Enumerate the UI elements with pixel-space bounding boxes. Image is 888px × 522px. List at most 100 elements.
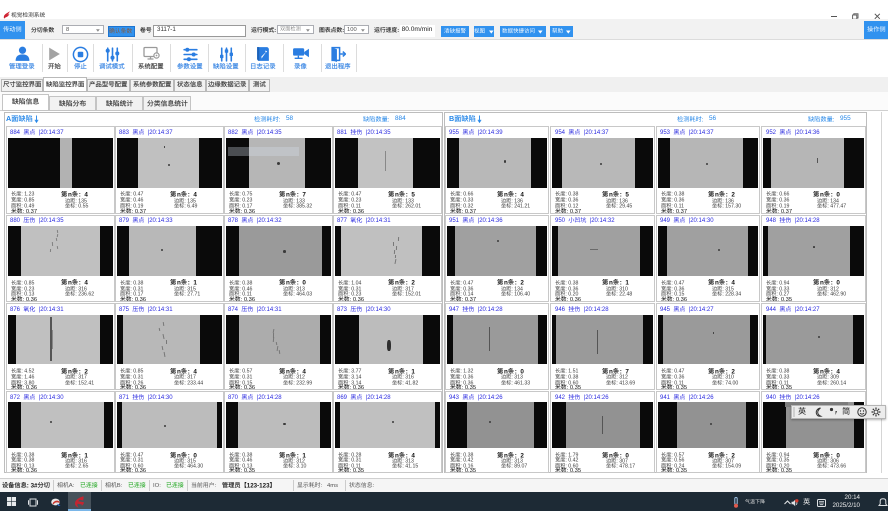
svg-text::: : (388, 116, 390, 123)
svg-text:100: 100 (347, 27, 357, 33)
svg-text:953: 953 (660, 130, 673, 136)
svg-text::: : (702, 116, 704, 123)
svg-text:|20:14:31: |20:14:31 (362, 219, 391, 225)
svg-text:: 157.30: : 157.30 (722, 204, 741, 210)
svg-text:941: 941 (660, 395, 673, 401)
svg-text::: : (215, 483, 217, 489)
svg-text:: 233.44: : 233.44 (184, 380, 203, 386)
svg-text:875: 875 (119, 307, 132, 313)
svg-text:: 0.35: : 0.35 (567, 385, 582, 390)
svg-text:: 29.45: : 29.45 (616, 204, 632, 210)
svg-text:|20:14:37: |20:14:37 (144, 130, 173, 136)
svg-text:A: A (6, 115, 11, 123)
svg-text:: 0.37: : 0.37 (22, 209, 37, 214)
svg-text:: 0.37: : 0.37 (567, 209, 582, 214)
svg-text:A:: A: (69, 483, 75, 489)
svg-text:883: 883 (119, 130, 132, 136)
svg-text:|20:14:30: |20:14:30 (144, 395, 173, 401)
svg-text:|20:14:30: |20:14:30 (685, 219, 714, 225)
svg-text:|20:14:28: |20:14:28 (253, 395, 282, 401)
svg-text:881: 881 (337, 130, 350, 136)
svg-text:: 464.03: : 464.03 (293, 292, 312, 298)
svg-text:|20:14:27: |20:14:27 (685, 307, 714, 313)
svg-text:872: 872 (10, 395, 23, 401)
svg-text:|20:14:37: |20:14:37 (35, 130, 64, 136)
svg-text:: 0.36: : 0.36 (22, 385, 37, 390)
svg-text:|20:14:30: |20:14:30 (362, 307, 391, 313)
svg-text:|20:14:31: |20:14:31 (144, 307, 173, 313)
svg-text:: 0.36: : 0.36 (240, 385, 255, 390)
svg-text:947: 947 (449, 307, 462, 313)
svg-text:|20:14:28: |20:14:28 (791, 219, 820, 225)
svg-text:|20:14:27: |20:14:27 (791, 307, 820, 313)
svg-text:948: 948 (766, 219, 779, 225)
svg-text:|20:14:36: |20:14:36 (791, 130, 820, 136)
svg-text:B: B (449, 115, 454, 123)
svg-text:: 41.82: : 41.82 (402, 380, 418, 386)
svg-text:: 0.36: : 0.36 (131, 468, 146, 473)
svg-text:|20:14:28: |20:14:28 (580, 307, 609, 313)
svg-text:: 477.47: : 477.47 (827, 204, 846, 210)
svg-text::: : (833, 116, 835, 123)
svg-text:879: 879 (119, 219, 132, 225)
svg-text:: 0.37: : 0.37 (778, 209, 793, 214)
svg-text:: 41.15: : 41.15 (402, 464, 418, 470)
svg-text:|20:14:32: |20:14:32 (586, 219, 615, 225)
svg-text:955: 955 (449, 130, 462, 136)
svg-text:: 0.35: : 0.35 (349, 468, 364, 473)
svg-text:943: 943 (449, 395, 462, 401)
svg-text:: 0.35: : 0.35 (778, 468, 793, 473)
svg-text:|20:14:35: |20:14:35 (35, 219, 64, 225)
svg-text:: 0.35: : 0.35 (672, 385, 687, 390)
svg-text:: 152.01: : 152.01 (402, 292, 421, 298)
svg-text:: 241.21: : 241.21 (511, 204, 530, 210)
svg-text:869: 869 (337, 395, 350, 401)
svg-text:884: 884 (10, 130, 23, 136)
svg-text:: 0.35: : 0.35 (672, 468, 687, 473)
svg-text:: 260.14: : 260.14 (827, 380, 846, 386)
svg-text:876: 876 (10, 307, 23, 313)
svg-text:|20:14:33: |20:14:33 (144, 219, 173, 225)
svg-text:874: 874 (228, 307, 241, 313)
svg-text:878: 878 (228, 219, 241, 225)
svg-text:|20:14:35: |20:14:35 (253, 130, 282, 136)
svg-text:|20:14:26: |20:14:26 (685, 395, 714, 401)
svg-text:: 228.34: : 228.34 (722, 292, 741, 298)
svg-text:: 0.36: : 0.36 (349, 297, 364, 302)
svg-text:: 89.07: : 89.07 (511, 464, 527, 470)
svg-text:: 22.48: : 22.48 (616, 292, 632, 298)
svg-text:: 0.36: : 0.36 (349, 209, 364, 214)
svg-text:877: 877 (337, 219, 350, 225)
svg-text:123-123: 123-123 (247, 482, 270, 489)
svg-text:873: 873 (337, 307, 350, 313)
svg-text:|20:14:28: |20:14:28 (474, 307, 503, 313)
svg-text:: 0.36: : 0.36 (240, 297, 255, 302)
svg-text:|20:14:36: |20:14:36 (474, 219, 503, 225)
svg-text:: 0.36: : 0.36 (240, 209, 255, 214)
svg-text:: 236.62: : 236.62 (75, 292, 94, 298)
svg-text:4ms: 4ms (327, 483, 338, 489)
svg-text:|20:14:28: |20:14:28 (362, 395, 391, 401)
svg-text:|20:14:26: |20:14:26 (474, 395, 503, 401)
svg-text:: 2.65: : 2.65 (75, 464, 88, 470)
svg-text:: 0.36: : 0.36 (349, 385, 364, 390)
svg-text:871: 871 (119, 395, 132, 401)
svg-text:: 413.69: : 413.69 (616, 380, 635, 386)
svg-text:|20:14:30: |20:14:30 (35, 395, 64, 401)
svg-text:: 74.00: : 74.00 (722, 380, 738, 386)
svg-text:944: 944 (766, 307, 779, 313)
svg-text:: 0.37: : 0.37 (461, 209, 476, 214)
svg-text:|20:14:37: |20:14:37 (580, 130, 609, 136)
svg-text:: 0.37: : 0.37 (131, 209, 146, 214)
svg-text:: 0.37: : 0.37 (461, 297, 476, 302)
svg-text:8: 8 (66, 27, 69, 33)
svg-text:: 0.36: : 0.36 (22, 297, 37, 302)
svg-text:940: 940 (766, 395, 779, 401)
svg-text:: 473.66: : 473.66 (827, 464, 846, 470)
svg-text:: 0.35: : 0.35 (461, 385, 476, 390)
svg-text:: 262.01: : 262.01 (402, 204, 421, 210)
svg-text:: 0.55: : 0.55 (75, 204, 88, 210)
svg-text:: 152.41: : 152.41 (75, 380, 94, 386)
svg-text:: 6.49: : 6.49 (184, 204, 197, 210)
svg-text:B:: B: (117, 483, 123, 489)
